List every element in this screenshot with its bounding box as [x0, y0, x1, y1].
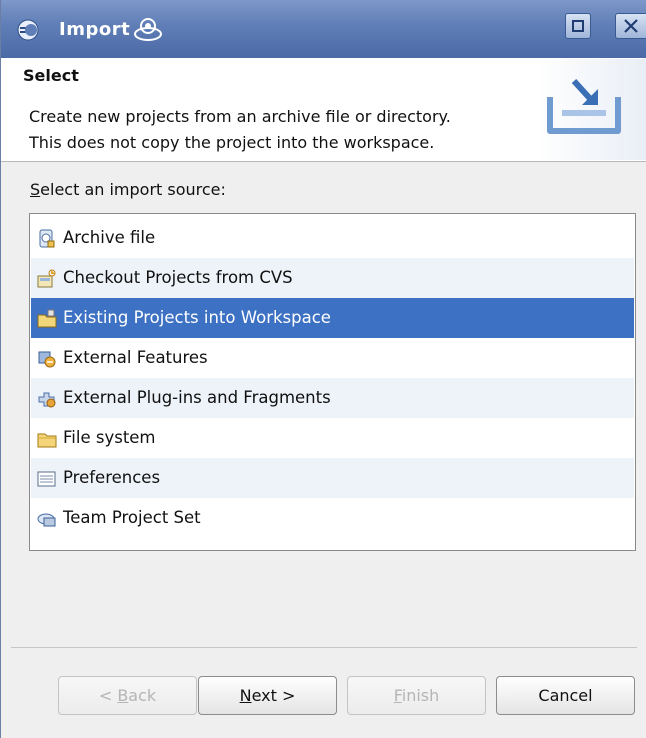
list-item-label: Team Project Set: [63, 508, 201, 527]
window-title: Import: [59, 19, 131, 40]
page-description-line1: Create new projects from an archive file…: [29, 107, 451, 126]
list-item-label: Archive file: [63, 228, 156, 247]
title-bar[interactable]: Import: [1, 0, 646, 59]
folder-icon: [37, 433, 57, 448]
import-source-list[interactable]: Archive file Checkout Projects from CVS …: [29, 213, 636, 551]
existing-projects-icon: [37, 309, 57, 328]
finish-button[interactable]: Finish: [347, 676, 486, 715]
list-item-label: External Plug-ins and Fragments: [63, 388, 331, 407]
close-button[interactable]: [615, 13, 646, 39]
list-item-external-plugins[interactable]: External Plug-ins and Fragments: [31, 378, 634, 418]
list-item-external-features[interactable]: External Features: [31, 338, 634, 378]
swirl-icon: [134, 18, 162, 41]
cancel-button[interactable]: Cancel: [496, 676, 635, 715]
finish-button-rest: inish: [401, 686, 440, 705]
import-source-label: Select an import source:: [30, 180, 226, 199]
finish-button-mnemonic: F: [393, 686, 402, 705]
footer-separator: [11, 647, 637, 648]
list-item-label: Checkout Projects from CVS: [63, 268, 293, 287]
next-button-mnemonic: N: [239, 686, 252, 705]
plugins-fragments-icon: [38, 392, 56, 408]
back-button-rest: ack: [128, 686, 157, 705]
import-source-mnemonic: S: [30, 180, 41, 199]
eclipse-app-icon[interactable]: [17, 19, 39, 41]
list-item-team-project-set[interactable]: Team Project Set: [31, 498, 634, 538]
page-description-line2: This does not copy the project into the …: [29, 133, 435, 152]
close-icon: [624, 19, 638, 33]
list-item-label: Preferences: [63, 468, 161, 487]
archive-file-icon: [39, 229, 55, 248]
external-features-icon: [38, 351, 56, 368]
cvs-checkout-icon: [37, 269, 56, 288]
import-wizard-icon: [547, 78, 621, 134]
maximize-icon: [572, 20, 584, 32]
list-item-label: File system: [63, 428, 156, 447]
wizard-banner: [538, 59, 646, 160]
back-button-mnemonic: B: [117, 686, 129, 705]
list-item-preferences[interactable]: Preferences: [31, 458, 634, 498]
list-item-label: Existing Projects into Workspace: [63, 308, 331, 327]
next-button-rest: ext >: [251, 686, 296, 705]
import-source-label-text: elect an import source:: [40, 180, 226, 199]
import-dialog: Import Select Create new projects from a…: [0, 0, 646, 738]
list-item-archive-file[interactable]: Archive file: [31, 218, 634, 258]
list-item-label: External Features: [63, 348, 208, 367]
list-item-checkout-cvs[interactable]: Checkout Projects from CVS: [31, 258, 634, 298]
page-title: Select: [23, 66, 79, 85]
list-item-file-system[interactable]: File system: [31, 418, 634, 458]
list-item-existing-projects[interactable]: Existing Projects into Workspace: [31, 298, 634, 338]
team-project-set-icon: [37, 513, 56, 527]
next-button[interactable]: Next >: [198, 676, 337, 715]
preferences-icon: [37, 471, 56, 487]
maximize-button[interactable]: [565, 13, 591, 39]
back-button-prefix: <: [98, 686, 118, 705]
back-button[interactable]: < Back: [58, 676, 197, 715]
